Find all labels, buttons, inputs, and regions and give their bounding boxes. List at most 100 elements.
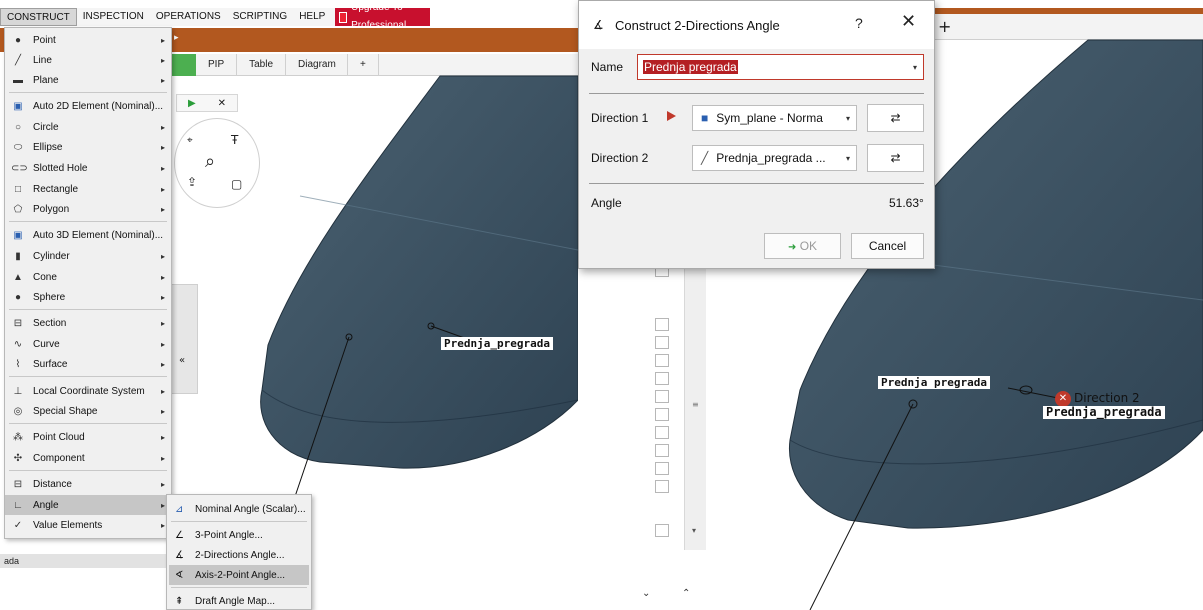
collapse-up-icon[interactable]: ⌃ xyxy=(682,588,690,599)
chevron-down-icon[interactable]: ▾ xyxy=(913,63,917,72)
row-checkbox[interactable] xyxy=(655,354,669,367)
submenu-arrow-icon: ▸ xyxy=(160,339,165,349)
submenu-item-3-point-angle[interactable]: ∠ 3-Point Angle... xyxy=(169,525,309,545)
rectangle-icon: □ xyxy=(14,183,22,195)
menu-operations[interactable]: OPERATIONS xyxy=(150,8,227,26)
menu-separator xyxy=(171,587,307,588)
menu-item-polygon[interactable]: ⬠ Polygon ▸ xyxy=(5,199,171,219)
curve-icon: ∿ xyxy=(13,338,23,350)
row-checkbox[interactable] xyxy=(655,408,669,421)
collapse-panel-icon[interactable]: « xyxy=(179,355,185,366)
plane-icon: ■ xyxy=(701,111,709,125)
ok-button[interactable]: ➜ OK xyxy=(764,233,841,259)
menu-item-plane[interactable]: ▬ Plane ▸ xyxy=(5,70,171,90)
name-field[interactable]: Prednja pregrada ▾ xyxy=(637,54,924,80)
row-checkbox[interactable] xyxy=(655,524,669,537)
menu-item-line[interactable]: ╱ Line ▸ xyxy=(5,50,171,70)
menu-item-rectangle[interactable]: □ Rectangle ▸ xyxy=(5,179,171,199)
upgrade-label: Upgrade To Professional xyxy=(351,2,407,31)
navigation-wheel[interactable]: ⌖ Ŧ ⌕ ⇪ ▢ xyxy=(174,118,260,208)
text-tool-icon[interactable]: Ŧ xyxy=(231,133,238,147)
menu-item-circle[interactable]: ○ Circle ▸ xyxy=(5,117,171,137)
menu-item-value-elements[interactable]: ✓ Value Elements ▸ xyxy=(5,515,171,535)
menu-item-special-shape[interactable]: ◎ Special Shape ▸ xyxy=(5,401,171,421)
menu-item-component[interactable]: ✣ Component ▸ xyxy=(5,448,171,468)
menu-item-label: Cylinder xyxy=(33,250,70,262)
menu-item-cone[interactable]: ▲ Cone ▸ xyxy=(5,267,171,287)
dialog-titlebar[interactable]: ∡ Construct 2-Directions Angle xyxy=(579,1,934,49)
scroll-down-icon[interactable]: ▾ xyxy=(692,526,696,535)
menu-item-ellipse[interactable]: ⬭ Ellipse ▸ xyxy=(5,137,171,157)
menu-item-curve[interactable]: ∿ Curve ▸ xyxy=(5,334,171,354)
submenu-item-draft-angle-map[interactable]: ⇞ Draft Angle Map... xyxy=(169,591,309,610)
submenu-arrow-icon: ▸ xyxy=(160,386,165,396)
menu-item-section[interactable]: ⊟ Section ▸ xyxy=(5,313,171,333)
auto-2d-icon: ▣ xyxy=(13,100,23,112)
help-button[interactable]: ? xyxy=(855,15,863,31)
flag-icon[interactable]: ▶ xyxy=(188,98,196,109)
scroll-grip-icon: ≡ xyxy=(692,400,699,409)
upgrade-icon xyxy=(339,11,348,23)
row-checkbox[interactable] xyxy=(655,336,669,349)
zoom-search-icon[interactable]: ⌕ xyxy=(205,151,215,172)
close-icon[interactable]: ✕ xyxy=(901,11,916,32)
direction-1-label: Direction 1 xyxy=(591,111,649,125)
upload-icon[interactable]: ⇪ xyxy=(187,175,197,189)
row-checkbox[interactable] xyxy=(655,318,669,331)
submenu-item-2-directions-angle[interactable]: ∡ 2-Directions Angle... xyxy=(169,545,309,565)
row-checkbox[interactable] xyxy=(655,462,669,475)
fit-view-icon[interactable]: ▢ xyxy=(231,177,242,191)
swap-direction-2-button[interactable]: ⇄ xyxy=(867,144,924,172)
model-label-right-2[interactable]: Prednja_pregrada xyxy=(1043,406,1165,419)
menu-item-label: Circle xyxy=(33,121,59,133)
model-label-right[interactable]: Prednja pregrada xyxy=(878,376,990,389)
special-shape-icon: ◎ xyxy=(13,405,23,417)
row-checkbox[interactable] xyxy=(655,372,669,385)
menu-item-label: Surface xyxy=(33,358,68,370)
menu-item-point[interactable]: ● Point ▸ xyxy=(5,30,171,50)
chevron-down-icon[interactable]: ▾ xyxy=(846,154,850,163)
submenu-arrow-icon: ▸ xyxy=(160,406,165,416)
chevron-down-icon[interactable]: ▾ xyxy=(846,114,850,123)
direction-1-select[interactable]: ■ Sym_plane - Norma ▾ xyxy=(692,105,857,131)
model-label-left[interactable]: Prednja_pregrada xyxy=(441,337,553,350)
submenu-arrow-icon: ▸ xyxy=(160,292,165,302)
menu-item-distance[interactable]: ⊟ Distance ▸ xyxy=(5,474,171,494)
table-scrollbar[interactable]: ≡ ▾ xyxy=(684,268,706,550)
menu-help[interactable]: HELP xyxy=(293,8,331,26)
cylinder-icon: ▮ xyxy=(15,250,21,262)
menu-separator xyxy=(9,423,167,424)
menu-inspection[interactable]: INSPECTION xyxy=(77,8,150,26)
menu-item-auto-2d[interactable]: ▣ Auto 2D Element (Nominal)... xyxy=(5,96,171,116)
submenu-item-nominal-angle[interactable]: ⊿ Nominal Angle (Scalar)... xyxy=(169,499,309,519)
direction-2-label[interactable]: Direction 2 xyxy=(1074,391,1140,405)
row-checkbox[interactable] xyxy=(655,426,669,439)
row-checkbox[interactable] xyxy=(655,444,669,457)
menu-item-surface[interactable]: ⌇ Surface ▸ xyxy=(5,354,171,374)
dialog-title: Construct 2-Directions Angle xyxy=(615,17,780,33)
collapse-down-icon[interactable]: ⌄ xyxy=(642,588,650,599)
menu-item-cylinder[interactable]: ▮ Cylinder ▸ xyxy=(5,246,171,266)
swap-direction-1-button[interactable]: ⇄ xyxy=(867,104,924,132)
menu-item-angle[interactable]: ∟ Angle ▸ xyxy=(5,495,171,515)
menu-item-auto-3d[interactable]: ▣ Auto 3D Element (Nominal)... xyxy=(5,225,171,245)
close-mini-toolbar-icon[interactable]: ✕ xyxy=(218,98,226,109)
section-icon: ⊟ xyxy=(13,317,23,329)
cancel-button[interactable]: Cancel xyxy=(851,233,924,259)
row-checkbox[interactable] xyxy=(655,390,669,403)
menu-item-slotted-hole[interactable]: ⊂⊃ Slotted Hole ▸ xyxy=(5,158,171,178)
submenu-item-label: Nominal Angle (Scalar)... xyxy=(195,503,306,515)
menu-separator xyxy=(9,221,167,222)
menu-scripting[interactable]: SCRIPTING xyxy=(227,8,293,26)
menu-item-point-cloud[interactable]: ⁂ Point Cloud ▸ xyxy=(5,427,171,447)
row-checkbox[interactable] xyxy=(655,480,669,493)
menu-separator xyxy=(171,521,307,522)
direction-2-select[interactable]: ╱ Prednja_pregrada ... ▾ xyxy=(692,145,857,171)
measure-icon[interactable]: ⌖ xyxy=(187,135,193,146)
upgrade-button[interactable]: Upgrade To Professional xyxy=(335,2,430,31)
menu-construct[interactable]: CONSTRUCT xyxy=(0,8,77,26)
value-elements-icon: ✓ xyxy=(13,519,23,531)
menu-item-local-coordinate-system[interactable]: ⊥ Local Coordinate System ▸ xyxy=(5,381,171,401)
menu-item-sphere[interactable]: ● Sphere ▸ xyxy=(5,287,171,307)
submenu-item-axis-2-point-angle[interactable]: ∢ Axis-2-Point Angle... xyxy=(169,565,309,585)
